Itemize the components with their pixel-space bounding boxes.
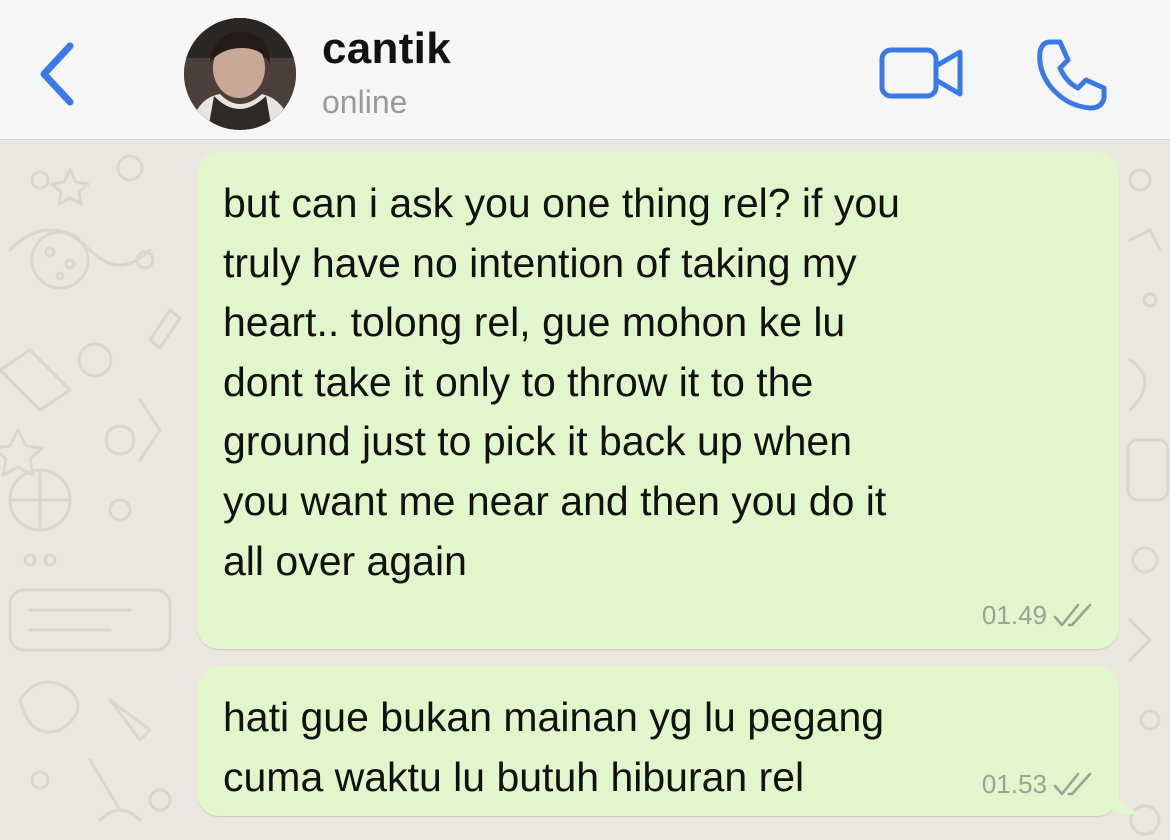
- contact-status: online: [322, 84, 408, 120]
- message-bubble-outgoing[interactable]: but can i ask you one thing rel? if you …: [197, 152, 1119, 649]
- video-camera-icon: [879, 47, 963, 99]
- message-meta: 01.53: [982, 769, 1095, 800]
- double-check-icon: [1053, 603, 1092, 626]
- message-meta: 01.49: [982, 600, 1095, 631]
- contact-avatar[interactable]: [184, 18, 296, 130]
- contact-name[interactable]: cantik: [322, 24, 451, 74]
- chevron-left-icon: [40, 42, 74, 106]
- video-call-button[interactable]: [876, 40, 968, 106]
- message-time: 01.49: [981, 600, 1047, 630]
- avatar-image: [184, 18, 296, 130]
- message-text: but can i ask you one thing rel? if you …: [223, 180, 900, 584]
- message-text: hati gue bukan mainan yg lu pegang cuma …: [223, 694, 885, 800]
- chat-area[interactable]: but can i ask you one thing rel? if you …: [0, 140, 1170, 840]
- voice-call-button[interactable]: [1028, 28, 1118, 118]
- double-check-icon: [1053, 772, 1092, 795]
- bubble-tail: [1112, 780, 1142, 815]
- phone-icon: [1037, 39, 1107, 111]
- message-time: 01.53: [981, 769, 1047, 799]
- chat-header: cantik online: [0, 0, 1170, 140]
- message-bubble-outgoing[interactable]: hati gue bukan mainan yg lu pegang cuma …: [197, 666, 1119, 816]
- back-button[interactable]: [30, 38, 90, 108]
